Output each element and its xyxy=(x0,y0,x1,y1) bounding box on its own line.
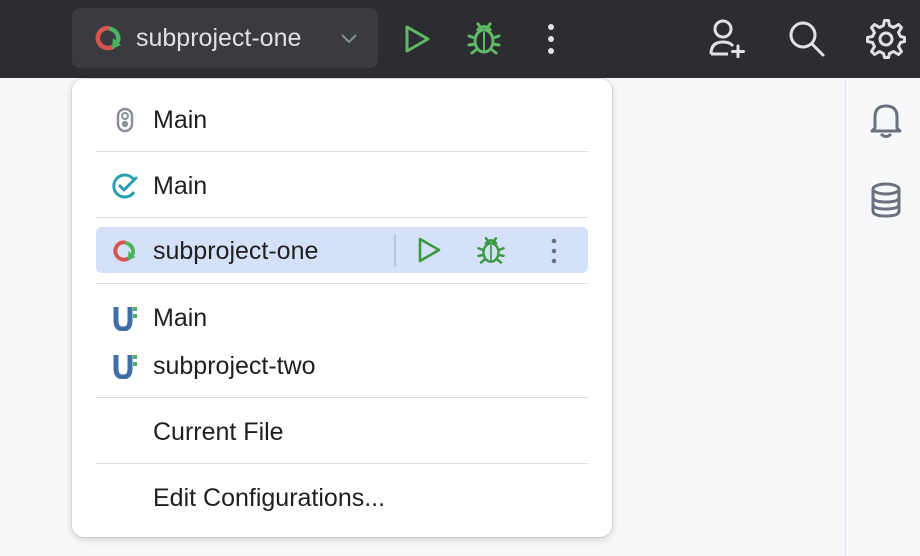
run-configuration-selector[interactable]: subproject-one xyxy=(72,8,378,68)
config-item-label: Current File xyxy=(153,418,284,446)
run-configurations-popup: Main Main subproject-one Main subproject… xyxy=(72,79,612,537)
main-toolbar: subproject-one xyxy=(0,0,920,78)
config-item-test-main[interactable]: Main xyxy=(96,162,588,208)
debug-icon[interactable] xyxy=(467,20,501,56)
add-user-icon[interactable] xyxy=(708,18,750,58)
gradle-module-icon xyxy=(113,307,137,331)
debug-icon[interactable] xyxy=(476,235,506,265)
config-item-label: subproject-two xyxy=(153,352,316,380)
notifications-icon[interactable] xyxy=(870,102,902,138)
right-tool-window-strip xyxy=(845,78,920,556)
separator xyxy=(96,463,588,464)
config-item-java-main[interactable]: Main xyxy=(96,96,588,142)
separator xyxy=(96,151,588,152)
run-icon[interactable] xyxy=(402,24,432,54)
config-item-module-main[interactable]: Main xyxy=(96,294,588,340)
config-item-label: Edit Configurations... xyxy=(153,484,386,512)
config-item-label: Main xyxy=(153,172,208,200)
config-item-current-file[interactable]: Current File xyxy=(96,408,588,454)
separator xyxy=(96,217,588,218)
gradle-run-icon xyxy=(95,25,121,51)
run-icon[interactable] xyxy=(416,237,442,263)
config-item-label: Main xyxy=(153,106,208,134)
gradle-module-icon xyxy=(113,355,137,379)
config-item-subproject-two[interactable]: subproject-two xyxy=(96,342,588,388)
config-item-subproject-one[interactable]: subproject-one xyxy=(96,227,588,273)
settings-icon[interactable] xyxy=(866,19,906,59)
gradle-run-icon xyxy=(113,240,136,262)
chevron-down-icon xyxy=(341,34,357,44)
more-vertical-icon[interactable] xyxy=(542,22,560,56)
test-config-icon xyxy=(112,173,138,199)
separator xyxy=(96,283,588,284)
separator xyxy=(96,397,588,398)
divider xyxy=(394,235,396,267)
edit-configurations-item[interactable]: Edit Configurations... xyxy=(96,474,588,520)
more-vertical-icon[interactable] xyxy=(548,237,560,265)
config-item-label: subproject-one xyxy=(153,237,319,265)
java-application-icon xyxy=(116,107,134,133)
config-item-label: Main xyxy=(153,304,208,332)
search-icon[interactable] xyxy=(788,20,826,58)
database-icon[interactable] xyxy=(870,182,902,218)
run-configuration-label: subproject-one xyxy=(136,24,302,52)
